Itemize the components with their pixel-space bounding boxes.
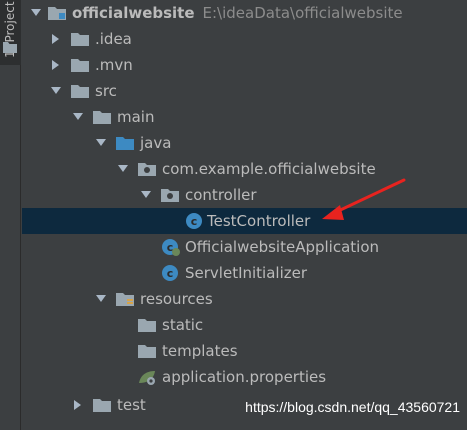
- red-arrow-annotation: [322, 178, 406, 220]
- watermark-text: https://blog.csdn.net/qq_43560721: [245, 399, 460, 415]
